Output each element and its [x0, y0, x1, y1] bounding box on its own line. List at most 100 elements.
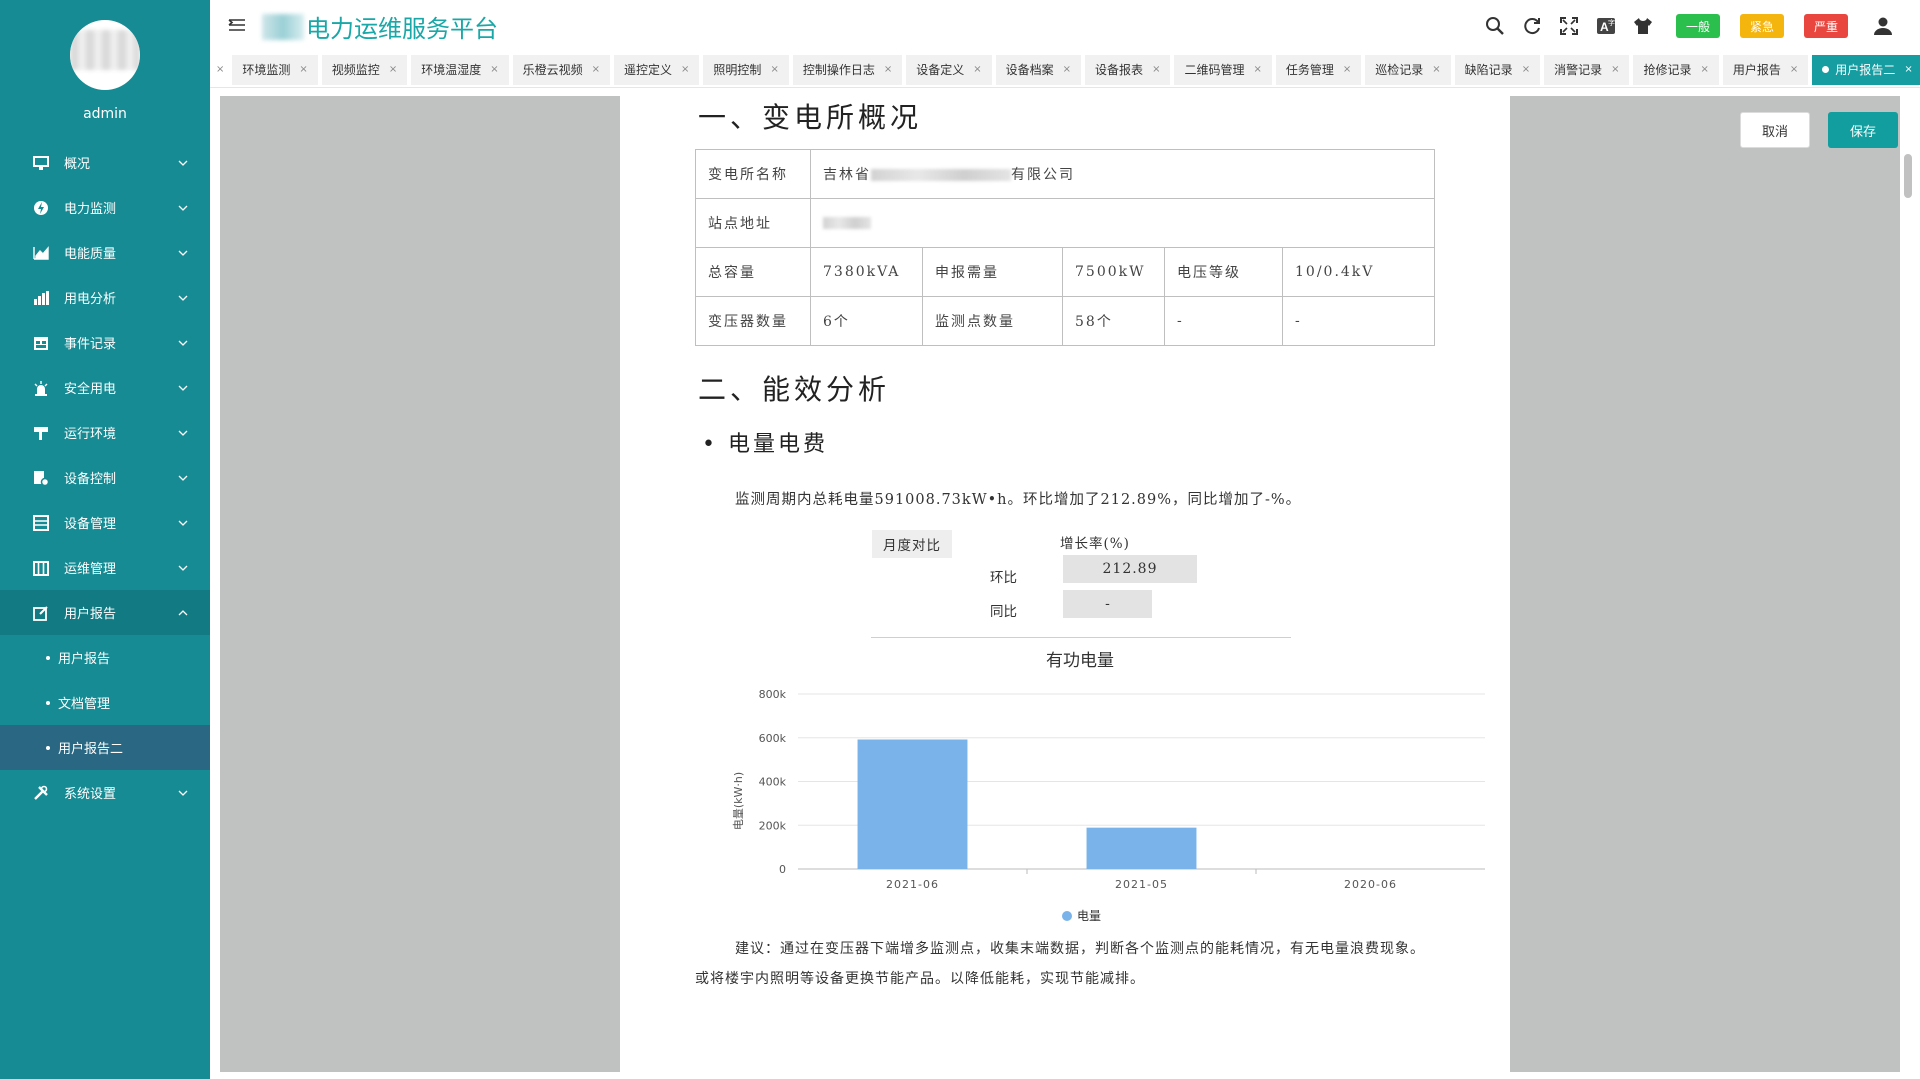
sidebar-item-event-log[interactable]: 事件记录	[0, 320, 210, 365]
blurred-text	[871, 169, 1011, 181]
tab-remote-def[interactable]: 遥控定义 ×	[614, 54, 700, 85]
sidebar-item-label: 用电分析	[64, 292, 117, 307]
tab-alarm-clear[interactable]: 消警记录 ×	[1544, 54, 1630, 85]
sidebar-item-system-settings[interactable]: 系统设置	[0, 770, 210, 815]
sidebar-subitem-user-report-2[interactable]: 用户报告二	[0, 725, 210, 770]
cancel-button[interactable]: 取消	[1740, 112, 1810, 148]
table-label: 总容量	[695, 247, 811, 297]
close-icon[interactable]: ×	[681, 64, 689, 75]
chevron-down-icon	[178, 785, 188, 800]
close-icon[interactable]: ×	[1701, 64, 1709, 75]
tab-label: 环境温湿度	[421, 63, 482, 77]
close-icon[interactable]: ×	[1432, 64, 1440, 75]
top-bar: 电力运维服务平台 A字 一般 紧急 严重	[210, 0, 1920, 52]
tab-device-report[interactable]: 设备报表 ×	[1085, 54, 1171, 85]
tab-user-report-2[interactable]: 用户报告二 ×	[1812, 54, 1920, 85]
tab-inspection[interactable]: 巡检记录 ×	[1365, 54, 1451, 85]
close-icon[interactable]: ×	[973, 64, 981, 75]
sidebar-item-label: 电力监测	[64, 202, 117, 217]
substation-info-table: 变电所名称 吉林省 有限公司 站点地址 总容量 7380kVA 申报需量 7500…	[695, 149, 1435, 346]
sidebar-item-user-report[interactable]: 用户报告	[0, 590, 210, 635]
sidebar-item-usage-analysis[interactable]: 用电分析	[0, 275, 210, 320]
tab-device-def[interactable]: 设备定义 ×	[906, 54, 992, 85]
x-tick-label: 2020-06	[1344, 878, 1397, 891]
active-energy-chart: 有功电量 2021-06 2021-05 2020-06 0 200k 400k 600k…	[732, 651, 1485, 923]
close-icon[interactable]: ×	[1343, 64, 1351, 75]
close-icon[interactable]: ×	[1790, 64, 1798, 75]
sidebar-item-overview[interactable]: 概况	[0, 140, 210, 185]
sidebar-item-power-monitor[interactable]: 电力监测	[0, 185, 210, 230]
sidebar-subitem-doc-manage[interactable]: 文档管理	[0, 680, 210, 725]
tab-label: 遥控定义	[624, 63, 673, 77]
sidebar-item-ops-manage[interactable]: 运维管理	[0, 545, 210, 590]
menu-toggle-icon[interactable]	[228, 17, 246, 37]
sidebar-subitem-label: 用户报告二	[58, 742, 124, 757]
sidebar-menu: 概况 电力监测 电能质量 用电分析 事件记录 安全用电 运行环境 设备控制 设备…	[0, 140, 210, 815]
table-value: 10/0.4kV	[1282, 247, 1435, 297]
tab-overflow-close[interactable]: ×	[212, 54, 229, 85]
alarm-light-icon	[32, 380, 50, 396]
tab-label: 视频监控	[331, 63, 380, 77]
chevron-down-icon	[178, 425, 188, 440]
alert-urgent-badge[interactable]: 紧急	[1739, 14, 1784, 38]
tab-repair[interactable]: 抢修记录 ×	[1633, 54, 1719, 85]
tab-label: 用户报告	[1732, 63, 1781, 77]
yoy-value: -	[1063, 590, 1152, 618]
close-icon[interactable]: ×	[1904, 64, 1912, 75]
table-value: 吉林省 有限公司	[810, 149, 1435, 199]
search-icon[interactable]	[1482, 13, 1508, 39]
close-icon[interactable]: ×	[1152, 64, 1160, 75]
table-value: 6个	[810, 296, 923, 346]
close-icon[interactable]: ×	[1063, 64, 1071, 75]
tools-icon	[32, 785, 50, 801]
save-button[interactable]: 保存	[1828, 112, 1898, 148]
alert-normal-badge[interactable]: 一般	[1675, 14, 1720, 38]
scrollbar[interactable]	[1904, 154, 1912, 198]
sidebar-item-environment[interactable]: 运行环境	[0, 410, 210, 455]
tab-lighting[interactable]: 照明控制 ×	[703, 54, 789, 85]
tab-env-monitor[interactable]: 环境监测 ×	[232, 54, 318, 85]
name-suffix: 有限公司	[1011, 167, 1075, 183]
report-page: 一、变电所概况 变电所名称 吉林省 有限公司 站点地址 总容量 7380kVA 申…	[620, 96, 1510, 1072]
fullscreen-icon[interactable]	[1556, 13, 1582, 39]
user-icon[interactable]	[1870, 13, 1896, 39]
chevron-down-icon	[178, 200, 188, 215]
sidebar-item-device-manage[interactable]: 设备管理	[0, 500, 210, 545]
tab-user-report[interactable]: 用户报告 ×	[1722, 54, 1809, 85]
sidebar-subitem-user-report[interactable]: 用户报告	[0, 635, 210, 680]
close-icon[interactable]: ×	[299, 64, 307, 75]
app-title: 电力运维服务平台	[262, 9, 498, 44]
growth-rate-header: 增长率(%)	[1060, 536, 1130, 552]
tab-env-humidity[interactable]: 环境温湿度 ×	[411, 54, 509, 85]
close-icon[interactable]: ×	[1611, 64, 1619, 75]
chart-bars	[857, 739, 1197, 869]
tab-device-archive[interactable]: 设备档案 ×	[995, 54, 1082, 85]
translate-icon[interactable]: A字	[1593, 13, 1619, 39]
refresh-icon[interactable]	[1519, 13, 1545, 39]
tab-qrcode[interactable]: 二维码管理 ×	[1174, 54, 1272, 85]
close-icon[interactable]: ×	[389, 64, 397, 75]
close-icon[interactable]: ×	[770, 64, 778, 75]
sidebar-item-power-quality[interactable]: 电能质量	[0, 230, 210, 275]
table-value: 7380kVA	[810, 247, 923, 297]
close-icon[interactable]: ×	[1522, 64, 1530, 75]
avatar[interactable]	[70, 20, 140, 90]
username: admin	[83, 106, 127, 122]
tab-defect[interactable]: 缺陷记录 ×	[1454, 54, 1541, 85]
table-label: 电压等级	[1164, 247, 1283, 297]
tab-cloud-video[interactable]: 乐橙云视频 ×	[512, 54, 611, 85]
sidebar-item-safe-power[interactable]: 安全用电	[0, 365, 210, 410]
theme-shirt-icon[interactable]	[1630, 13, 1656, 39]
x-tick-label: 2021-05	[1115, 878, 1168, 891]
alert-severe-badge[interactable]: 严重	[1803, 14, 1848, 38]
chart-y-label: 电量(kW·h)	[732, 772, 745, 830]
sidebar-item-device-control[interactable]: 设备控制	[0, 455, 210, 500]
close-icon[interactable]: ×	[490, 64, 498, 75]
tab-task[interactable]: 任务管理 ×	[1275, 54, 1362, 85]
close-icon[interactable]: ×	[884, 64, 892, 75]
close-icon[interactable]: ×	[1253, 64, 1261, 75]
close-icon[interactable]: ×	[592, 64, 600, 75]
tab-video[interactable]: 视频监控 ×	[321, 54, 408, 85]
device-control-icon	[32, 470, 50, 486]
tab-control-log[interactable]: 控制操作日志 ×	[792, 54, 903, 85]
